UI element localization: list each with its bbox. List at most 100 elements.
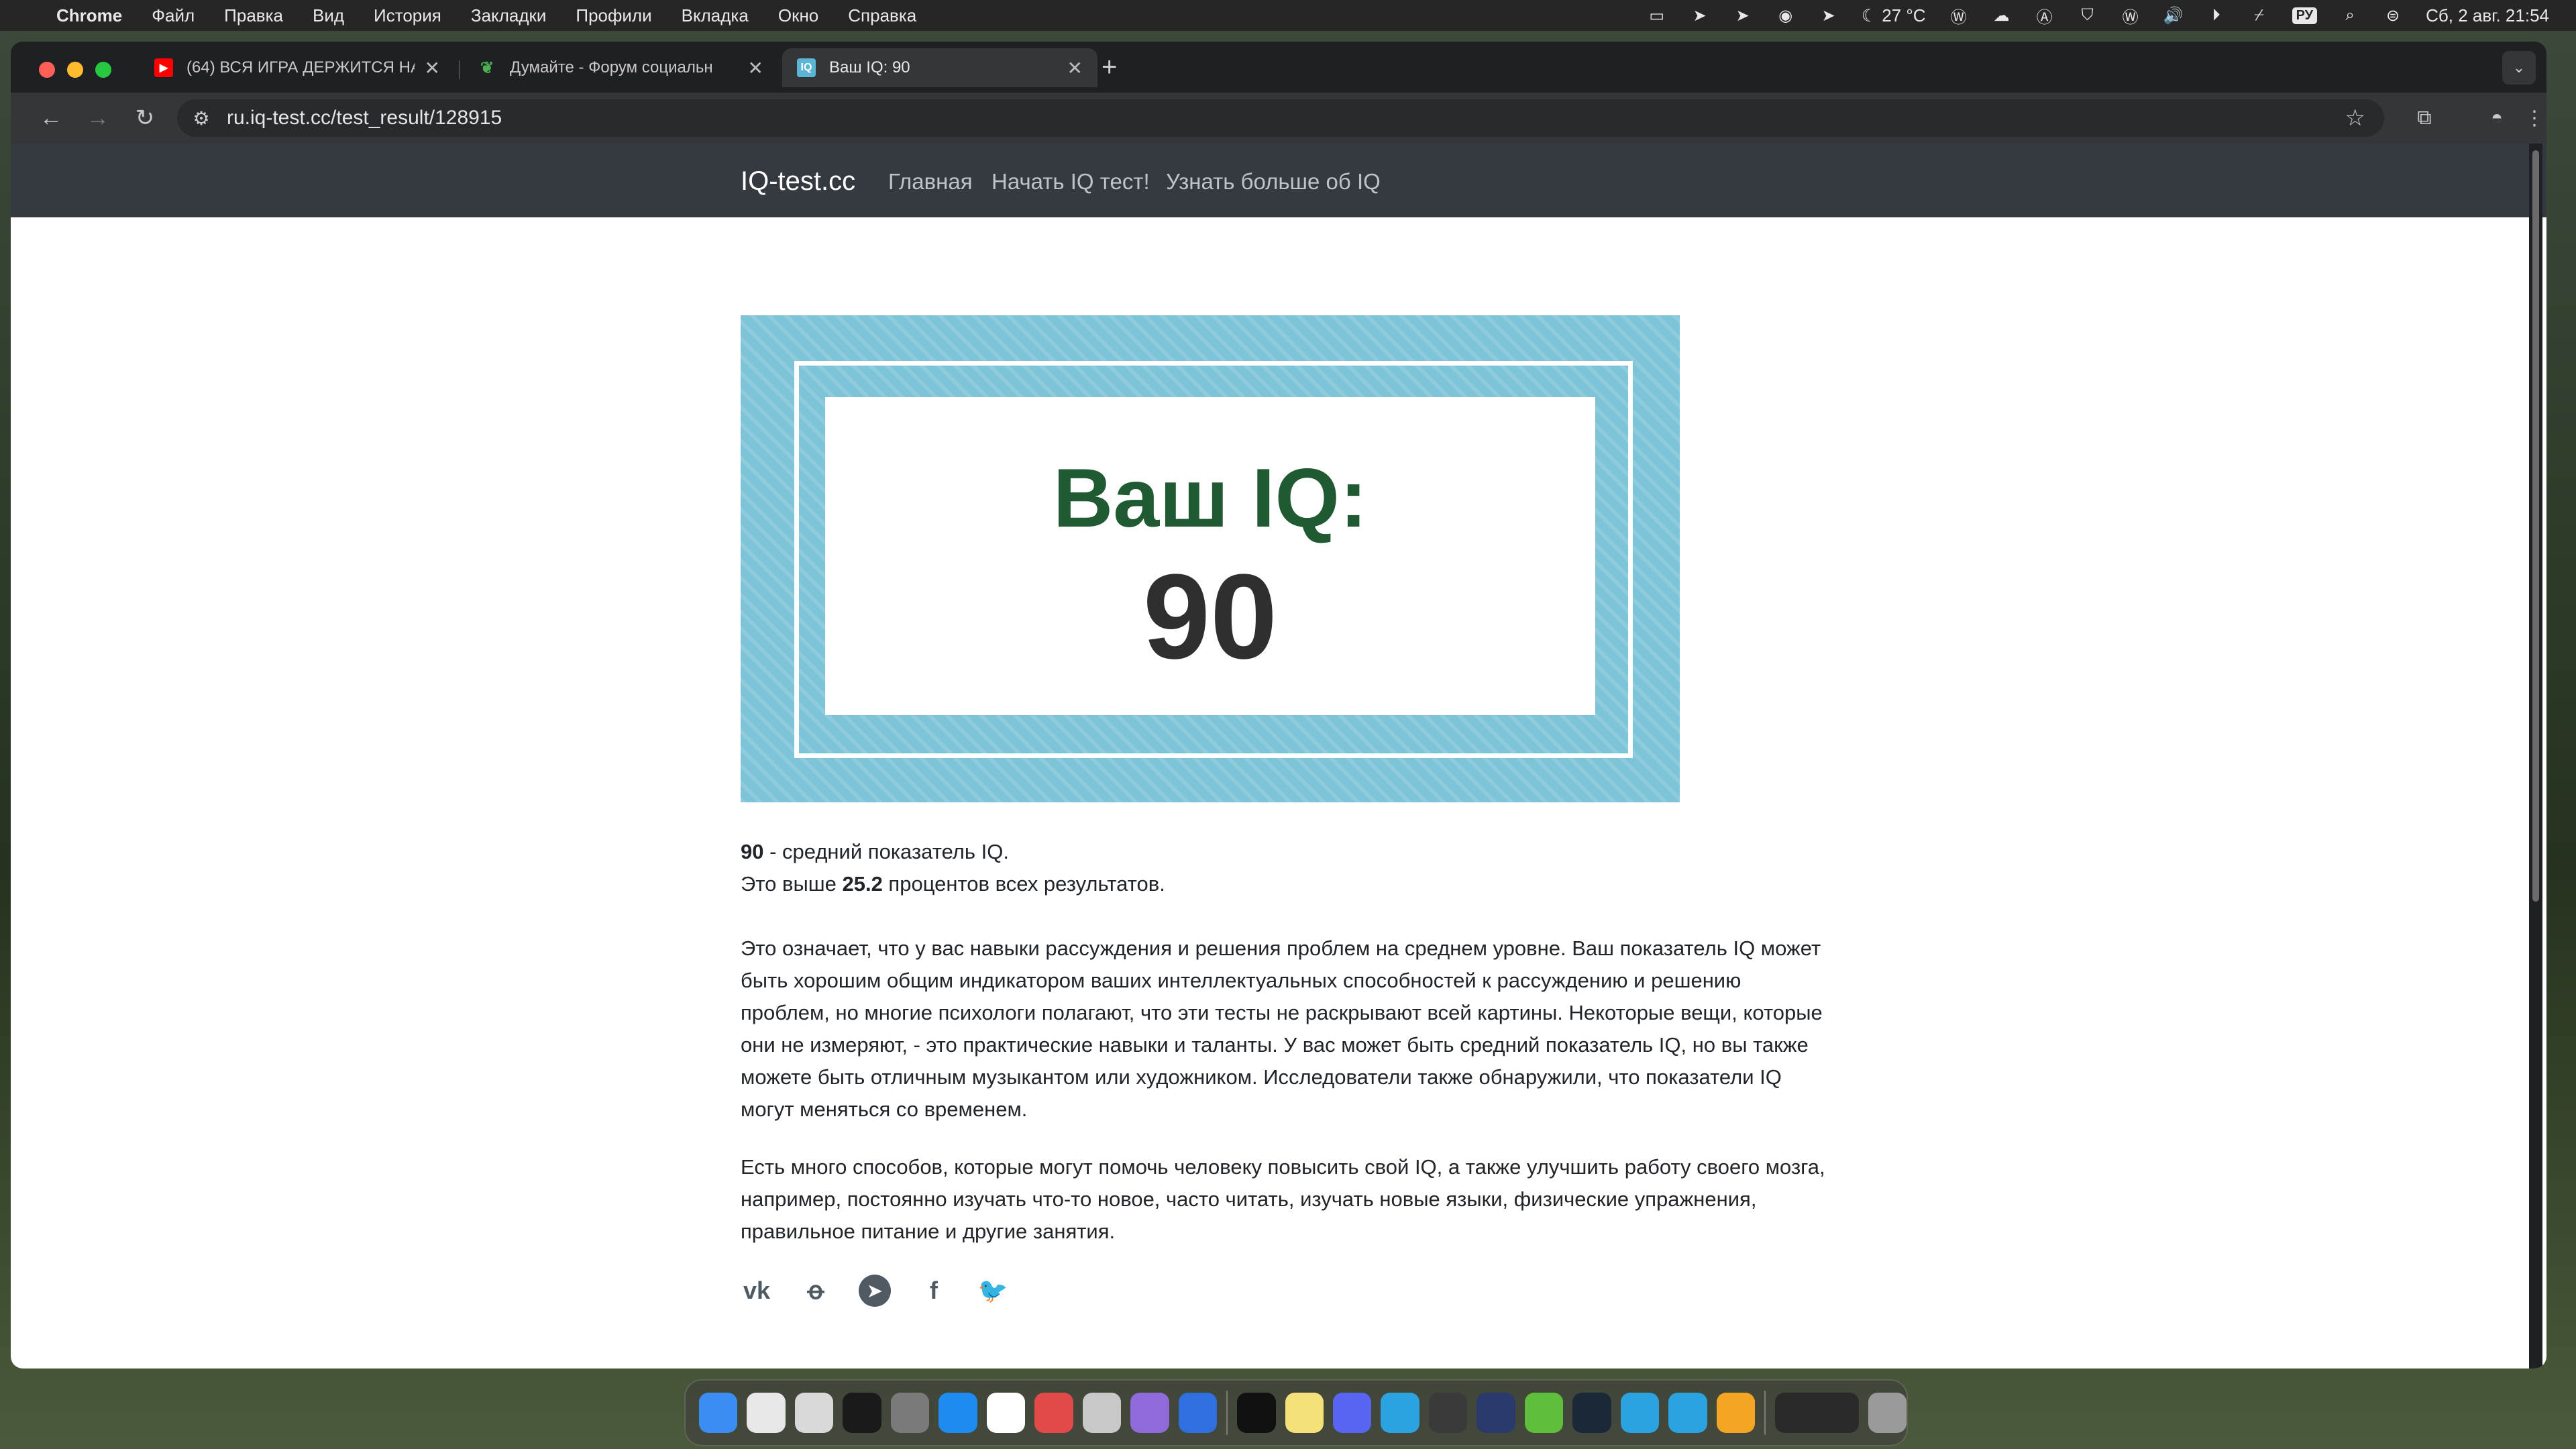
- url-text[interactable]: ru.iq-test.cc/test_result/128915: [227, 107, 502, 129]
- new-tab-button[interactable]: +: [1102, 52, 1117, 83]
- app-icon[interactable]: [1428, 1393, 1468, 1433]
- menu-file[interactable]: Файл: [152, 5, 195, 26]
- forum-icon: ❦: [480, 58, 494, 77]
- menu-edit[interactable]: Правка: [224, 5, 283, 26]
- play-icon[interactable]: ⏵: [2206, 6, 2226, 24]
- facebook-icon[interactable]: f: [918, 1275, 950, 1307]
- app-icon[interactable]: [1477, 1393, 1515, 1433]
- trash-icon[interactable]: [1868, 1393, 1907, 1433]
- clock[interactable]: Сб, 2 авг. 21:54: [2426, 5, 2549, 26]
- terminal-icon[interactable]: [1237, 1393, 1276, 1433]
- menu-bookmarks[interactable]: Закладки: [471, 5, 547, 26]
- address-bar[interactable]: ⚙ ru.iq-test.cc/test_result/128915 ☆: [177, 99, 2384, 137]
- vpn-icon[interactable]: Ⓐ: [2035, 7, 2055, 27]
- reload-button[interactable]: ↻: [131, 105, 158, 131]
- tab-forum[interactable]: ❦ Думайте - Форум социальн ✕: [463, 48, 778, 87]
- percentile-summary: Это выше 25.2 процентов всех результатов…: [741, 868, 1827, 900]
- vk-icon[interactable]: vk: [741, 1275, 773, 1307]
- calendar-icon[interactable]: [986, 1393, 1026, 1433]
- percentile-value: 25.2: [842, 872, 883, 896]
- telegram-app-icon-2[interactable]: [1620, 1393, 1660, 1433]
- close-tab-icon[interactable]: ✕: [748, 57, 763, 79]
- close-tab-icon[interactable]: ✕: [425, 57, 440, 79]
- profile-avatar[interactable]: ◓: [2483, 105, 2510, 131]
- menu-view[interactable]: Вид: [313, 5, 344, 26]
- steam-icon[interactable]: [1572, 1393, 1611, 1433]
- browser-window: ▶ (64) ВСЯ ИГРА ДЕРЖИТСЯ НА ✕ ❦ Думайте …: [11, 42, 2546, 1368]
- launchpad-icon[interactable]: [1130, 1393, 1169, 1433]
- app-icon[interactable]: [1178, 1393, 1218, 1433]
- screen-icon[interactable]: ▭: [1647, 7, 1667, 25]
- sublime-text-icon[interactable]: [1716, 1393, 1756, 1433]
- telegram-status-icon-3[interactable]: ➤: [1819, 7, 1839, 25]
- utorrent-icon[interactable]: [1524, 1393, 1564, 1433]
- tab-iq-result[interactable]: IQ Ваш IQ: 90 ✕: [782, 48, 1097, 87]
- odnoklassniki-icon[interactable]: ꝋ: [800, 1275, 832, 1307]
- app-store-icon[interactable]: [938, 1393, 977, 1433]
- cloud-icon[interactable]: ☁: [1992, 7, 2012, 25]
- minimize-window-button[interactable]: [67, 62, 83, 78]
- notes-icon[interactable]: [1285, 1393, 1324, 1433]
- site-settings-icon[interactable]: ⚙: [188, 105, 215, 131]
- site-brand-link[interactable]: IQ-test.cc: [741, 166, 855, 197]
- close-window-button[interactable]: [39, 62, 55, 78]
- extensions-icon[interactable]: ⧉: [2411, 105, 2438, 131]
- menu-help[interactable]: Справка: [848, 5, 916, 26]
- youtube-icon: ▶: [154, 58, 173, 77]
- app-icon[interactable]: [794, 1393, 834, 1433]
- tab-search-button[interactable]: ⌄: [2502, 51, 2536, 85]
- app-icon[interactable]: [843, 1393, 881, 1433]
- share-buttons: vk ꝋ ➤ f 🐦: [741, 1275, 1827, 1307]
- telegram-status-icon[interactable]: ➤: [1690, 7, 1710, 25]
- wordpress-icon[interactable]: Ⓦ: [1949, 7, 1969, 27]
- control-center-icon[interactable]: ⊜: [2383, 7, 2403, 25]
- spotlight-search-icon[interactable]: ⌕: [2340, 6, 2360, 24]
- close-tab-icon[interactable]: ✕: [1067, 57, 1083, 79]
- bookmark-star-icon[interactable]: ☆: [2345, 105, 2365, 131]
- window-controls: [39, 62, 111, 78]
- volume-icon[interactable]: 🔊: [2163, 7, 2184, 25]
- page-scrollbar[interactable]: [2529, 144, 2542, 1368]
- telegram-app-icon[interactable]: [1381, 1393, 1419, 1433]
- chrome-icon[interactable]: [747, 1393, 786, 1433]
- menu-tab[interactable]: Вкладка: [682, 5, 749, 26]
- tab-title: Думайте - Форум социальн: [510, 58, 713, 76]
- menu-profiles[interactable]: Профили: [576, 5, 651, 26]
- iq-result-banner: Ваш IQ: 90: [741, 315, 1680, 802]
- percentile-prefix: Это выше: [741, 872, 843, 896]
- nav-learn-more-link[interactable]: Узнать больше об IQ: [1166, 169, 1381, 195]
- minimized-window-icon[interactable]: [1775, 1393, 1859, 1433]
- explanation-paragraph: Это означает, что у вас навыки рассужден…: [741, 936, 1823, 1121]
- back-button[interactable]: ←: [38, 105, 64, 131]
- telegram-icon[interactable]: ➤: [859, 1275, 891, 1307]
- app-menu[interactable]: Chrome: [56, 5, 122, 26]
- score-value: 90: [741, 840, 764, 863]
- app-status-icon[interactable]: ◉: [1776, 7, 1796, 25]
- scrollbar-thumb[interactable]: [2532, 150, 2539, 902]
- shield-icon[interactable]: ⛉: [2078, 6, 2098, 24]
- menu-history[interactable]: История: [374, 5, 441, 26]
- browser-toolbar: ← → ↻ ⚙ ru.iq-test.cc/test_result/128915…: [11, 93, 2546, 144]
- nav-start-test-link[interactable]: Начать IQ тест!: [991, 169, 1150, 195]
- banner-score: 90: [1142, 549, 1278, 684]
- finder-icon[interactable]: [699, 1393, 738, 1433]
- menu-bar: Chrome Файл Правка Вид История Закладки …: [0, 0, 2576, 31]
- input-language-badge[interactable]: РУ: [2292, 7, 2318, 24]
- wordpress-icon-2[interactable]: Ⓦ: [2121, 7, 2141, 27]
- chrome-menu-icon[interactable]: ⋮: [2521, 105, 2546, 131]
- zoom-window-button[interactable]: [95, 62, 111, 78]
- telegram-status-icon-2[interactable]: ➤: [1733, 7, 1753, 25]
- wifi-off-icon[interactable]: ⌿: [2249, 6, 2269, 24]
- app-icon[interactable]: [1034, 1393, 1073, 1433]
- system-settings-icon[interactable]: [890, 1393, 930, 1433]
- discord-icon[interactable]: [1333, 1393, 1372, 1433]
- menu-window[interactable]: Окно: [778, 5, 818, 26]
- forward-button[interactable]: →: [85, 105, 111, 131]
- tab-youtube[interactable]: ▶ (64) ВСЯ ИГРА ДЕРЖИТСЯ НА ✕: [140, 48, 455, 87]
- nav-home-link[interactable]: Главная: [888, 169, 973, 195]
- twitter-icon[interactable]: 🐦: [977, 1275, 1009, 1307]
- weather-status[interactable]: ☾ 27 °C: [1862, 5, 1926, 26]
- app-icon[interactable]: [1082, 1393, 1122, 1433]
- score-summary: 90 - средний показатель IQ.: [741, 836, 1827, 868]
- telegram-app-icon-3[interactable]: [1668, 1393, 1707, 1433]
